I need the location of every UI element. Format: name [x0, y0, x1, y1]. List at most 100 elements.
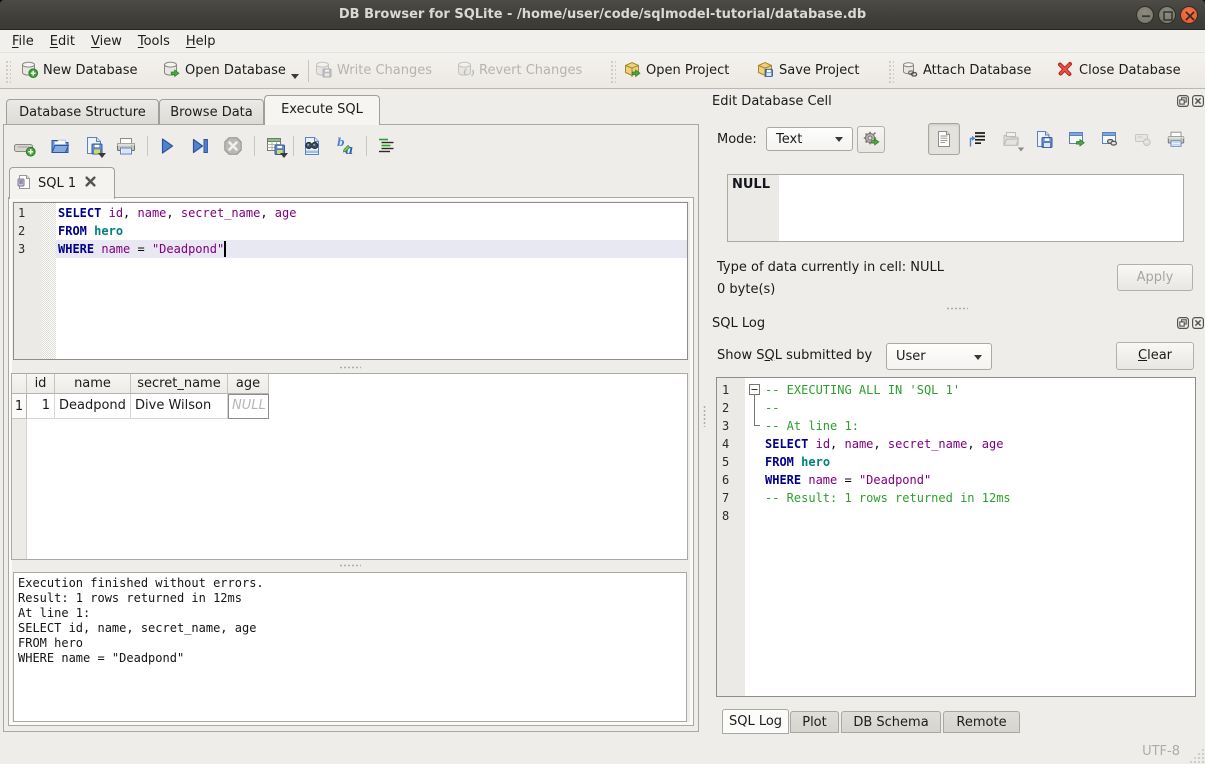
- editor-line[interactable]: 3WHERE name = "Deadpond": [14, 240, 687, 258]
- open-project-button[interactable]: Open Project: [623, 53, 729, 88]
- tab-db-schema[interactable]: DB Schema: [841, 711, 941, 733]
- fold-line-end: [754, 417, 755, 425]
- sql-token-id: "Deadpond": [152, 242, 224, 256]
- column-header-secret_name[interactable]: secret_name: [131, 374, 228, 394]
- close-tab-icon[interactable]: [84, 175, 97, 192]
- editor-grid-splitter[interactable]: [339, 366, 361, 369]
- grid-cell[interactable]: Deadpond: [55, 394, 131, 419]
- minimize-button[interactable]: [1136, 6, 1154, 24]
- close-database-button[interactable]: Close Database: [1056, 53, 1181, 88]
- new-database-button[interactable]: New Database: [20, 53, 138, 88]
- format-sql-icon[interactable]: [375, 135, 397, 157]
- cell-editor[interactable]: NULL: [727, 174, 1184, 242]
- sql-token-op: [101, 206, 108, 220]
- word-wrap-icon[interactable]: [966, 127, 990, 151]
- edit-cell-panel-buttons: [1177, 95, 1204, 111]
- sql-token-id: name: [101, 242, 130, 256]
- toolbar-grip[interactable]: [4, 59, 11, 83]
- show-sql-label: Show SQL submitted by: [717, 348, 872, 363]
- text-mode-icon[interactable]: [928, 123, 960, 155]
- menu-view[interactable]: View: [83, 30, 130, 53]
- column-header-age[interactable]: age: [228, 374, 269, 394]
- chevron-down-icon: [835, 137, 843, 142]
- open-sql-file-icon[interactable]: [49, 135, 71, 157]
- tab-sql-log[interactable]: SQL Log: [722, 709, 789, 734]
- grid-cell[interactable]: 1: [27, 394, 55, 419]
- grid-cell[interactable]: Dive Wilson: [131, 394, 228, 419]
- chevron-down-icon: [974, 355, 982, 360]
- attach-database-button[interactable]: Attach Database: [900, 53, 1031, 88]
- sql-token-cm: -- At line 1:: [765, 419, 859, 433]
- execute-line-icon[interactable]: [189, 135, 211, 157]
- line-text: WHERE name = "Deadpond": [765, 471, 931, 489]
- replace-icon[interactable]: b a: [335, 135, 357, 157]
- mnemonic-underline: E: [50, 34, 58, 49]
- sql-token-id: secret_name: [181, 206, 260, 220]
- fold-marker-icon[interactable]: [749, 384, 761, 396]
- print-cell-icon[interactable]: [1164, 127, 1188, 151]
- maximize-button[interactable]: [1158, 6, 1176, 24]
- toolbar-button-label: Save Project: [779, 63, 860, 78]
- grid-messages-splitter[interactable]: [339, 564, 361, 567]
- svg-text:b: b: [337, 136, 345, 149]
- dock-splitter[interactable]: [703, 405, 706, 427]
- tab-plot[interactable]: Plot: [790, 711, 839, 733]
- tab-database-structure[interactable]: Database Structure: [6, 99, 159, 124]
- open-project-icon: [623, 60, 641, 82]
- toolbar-grip[interactable]: [609, 59, 616, 83]
- menu-file[interactable]: File: [4, 30, 42, 53]
- line-number: 1: [722, 381, 742, 399]
- open-database-button[interactable]: Open Database: [162, 53, 299, 88]
- clear-button[interactable]: Clear: [1116, 342, 1194, 370]
- print-sql-icon[interactable]: [115, 135, 137, 157]
- toolbar-grip[interactable]: [887, 59, 894, 83]
- log-line: 6WHERE name = "Deadpond": [717, 471, 1195, 489]
- execute-all-icon[interactable]: [156, 135, 178, 157]
- tab-execute-sql[interactable]: Execute SQL: [264, 95, 380, 125]
- editor-line[interactable]: 1SELECT id, name, secret_name, age: [14, 204, 687, 222]
- menu-help[interactable]: Help: [178, 30, 224, 53]
- line-text: FROM hero: [58, 222, 123, 240]
- line-text: -- At line 1:: [765, 417, 859, 435]
- export-cell-icon[interactable]: [1065, 127, 1089, 151]
- column-header-name[interactable]: name: [55, 374, 131, 394]
- menu-edit[interactable]: Edit: [42, 30, 83, 53]
- mode-value: Text: [776, 128, 802, 150]
- messages-text: Execution finished without errors. Resul…: [18, 576, 264, 666]
- save-project-button[interactable]: Save Project: [756, 53, 860, 88]
- float-panel-icon[interactable]: [1177, 317, 1189, 333]
- resize-grip-icon[interactable]: [1189, 748, 1204, 763]
- sql-log-editor[interactable]: 1-- EXECUTING ALL IN 'SQL 1' 2--3-- At l…: [716, 377, 1196, 697]
- tab-sql-1[interactable]: SQL 1: [9, 167, 115, 199]
- sql-token-kw: FROM: [58, 224, 87, 238]
- float-panel-icon[interactable]: [1177, 95, 1189, 111]
- tab-remote[interactable]: Remote: [943, 711, 1020, 733]
- line-text: FROM hero: [765, 453, 830, 471]
- menu-tools[interactable]: Tools: [130, 30, 178, 53]
- editor-line[interactable]: 2FROM hero: [14, 222, 687, 240]
- statusbar-encoding: UTF-8: [1142, 744, 1180, 759]
- copy-link-icon[interactable]: [1098, 127, 1122, 151]
- close-panel-icon[interactable]: [1192, 317, 1204, 333]
- toolbar-separator: [366, 136, 367, 156]
- messages-pane[interactable]: Execution finished without errors. Resul…: [13, 572, 687, 722]
- sql-editor[interactable]: 1SELECT id, name, secret_name, age2FROM …: [13, 202, 688, 360]
- dropdown-caret-icon[interactable]: [291, 74, 299, 79]
- find-icon[interactable]: [301, 135, 323, 157]
- column-header-id[interactable]: id: [27, 374, 55, 394]
- results-grid[interactable]: idnamesecret_nameage11DeadpondDive Wilso…: [11, 373, 688, 560]
- dock-section-splitter[interactable]: [946, 307, 968, 310]
- titlebar[interactable]: DB Browser for SQLite - /home/user/code/…: [0, 0, 1205, 30]
- log-line: 7-- Result: 1 rows returned in 12ms: [717, 489, 1195, 507]
- new-sql-tab-icon[interactable]: [14, 135, 36, 157]
- dropdown-caret-icon[interactable]: [280, 153, 288, 158]
- tab-browse-data[interactable]: Browse Data: [159, 99, 264, 124]
- row-header[interactable]: 1: [12, 394, 27, 419]
- submitted-by-combobox[interactable]: User: [886, 343, 992, 370]
- close-panel-icon[interactable]: [1192, 95, 1204, 111]
- close-button[interactable]: [1180, 6, 1198, 24]
- import-data-button[interactable]: [857, 126, 885, 153]
- mode-combobox[interactable]: Text: [766, 127, 853, 151]
- save-cell-icon[interactable]: [1032, 127, 1056, 151]
- dropdown-caret-icon[interactable]: [98, 153, 106, 158]
